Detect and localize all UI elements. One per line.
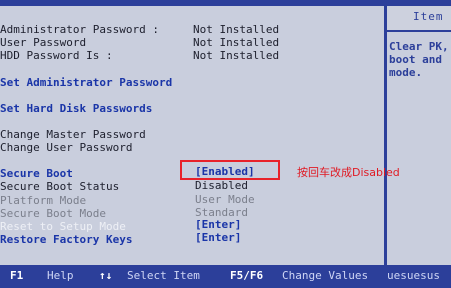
help-divider	[384, 0, 387, 265]
admin-password-value: Not Installed	[193, 23, 280, 36]
annotation-text: 按回车改成Disabled	[297, 166, 400, 179]
bios-screen: Item Clear PK, boot and mode. Administra…	[0, 0, 451, 288]
secure-boot-mode-label: Secure Boot Mode	[0, 207, 106, 220]
footer-desc-extra: uesuesus	[387, 269, 440, 282]
reset-to-setup-mode-label[interactable]: Reset to Setup Mode	[0, 220, 126, 233]
secure-boot-label: Secure Boot	[0, 167, 73, 180]
change-user-password-item[interactable]: Change User Password	[0, 141, 132, 154]
help-header-label: Item	[413, 10, 444, 23]
set-hdd-password-item[interactable]: Set Hard Disk Passwords	[0, 102, 152, 115]
help-text-line-3: mode.	[389, 66, 423, 79]
restore-factory-keys-label[interactable]: Restore Factory Keys	[0, 233, 132, 246]
help-header: Item	[387, 6, 451, 32]
footer-desc-change-values: Change Values	[282, 269, 369, 282]
footer-key-f5f6: F5/F6	[230, 269, 264, 282]
help-text-line-2: boot and	[389, 53, 442, 66]
change-master-password-item[interactable]: Change Master Password	[0, 128, 146, 141]
reset-to-setup-mode-value[interactable]: [Enter]	[195, 218, 241, 231]
admin-password-label: Administrator Password :	[0, 23, 159, 36]
set-admin-password-item[interactable]: Set Administrator Password	[0, 76, 172, 89]
restore-factory-keys-value[interactable]: [Enter]	[195, 231, 241, 244]
footer-desc-select-item: Select Item	[127, 269, 200, 282]
help-text-line-1: Clear PK,	[389, 40, 449, 53]
footer-desc-help: Help	[47, 269, 74, 282]
platform-mode-value: User Mode	[195, 193, 255, 206]
footer-key-arrows: ↑↓	[99, 269, 113, 282]
user-password-value: Not Installed	[193, 36, 280, 49]
platform-mode-label: Platform Mode	[0, 194, 87, 207]
footer-bar: F1 Help ↑↓ Select Item F5/F6 Change Valu…	[0, 265, 451, 288]
secure-boot-highlight-box	[180, 160, 280, 180]
footer-key-f1: F1	[10, 269, 24, 282]
hdd-password-value: Not Installed	[193, 49, 280, 62]
user-password-label: User Password	[0, 36, 87, 49]
secure-boot-status-value: Disabled	[195, 179, 248, 192]
secure-boot-status-label: Secure Boot Status	[0, 180, 120, 193]
hdd-password-label: HDD Password Is :	[0, 49, 113, 62]
